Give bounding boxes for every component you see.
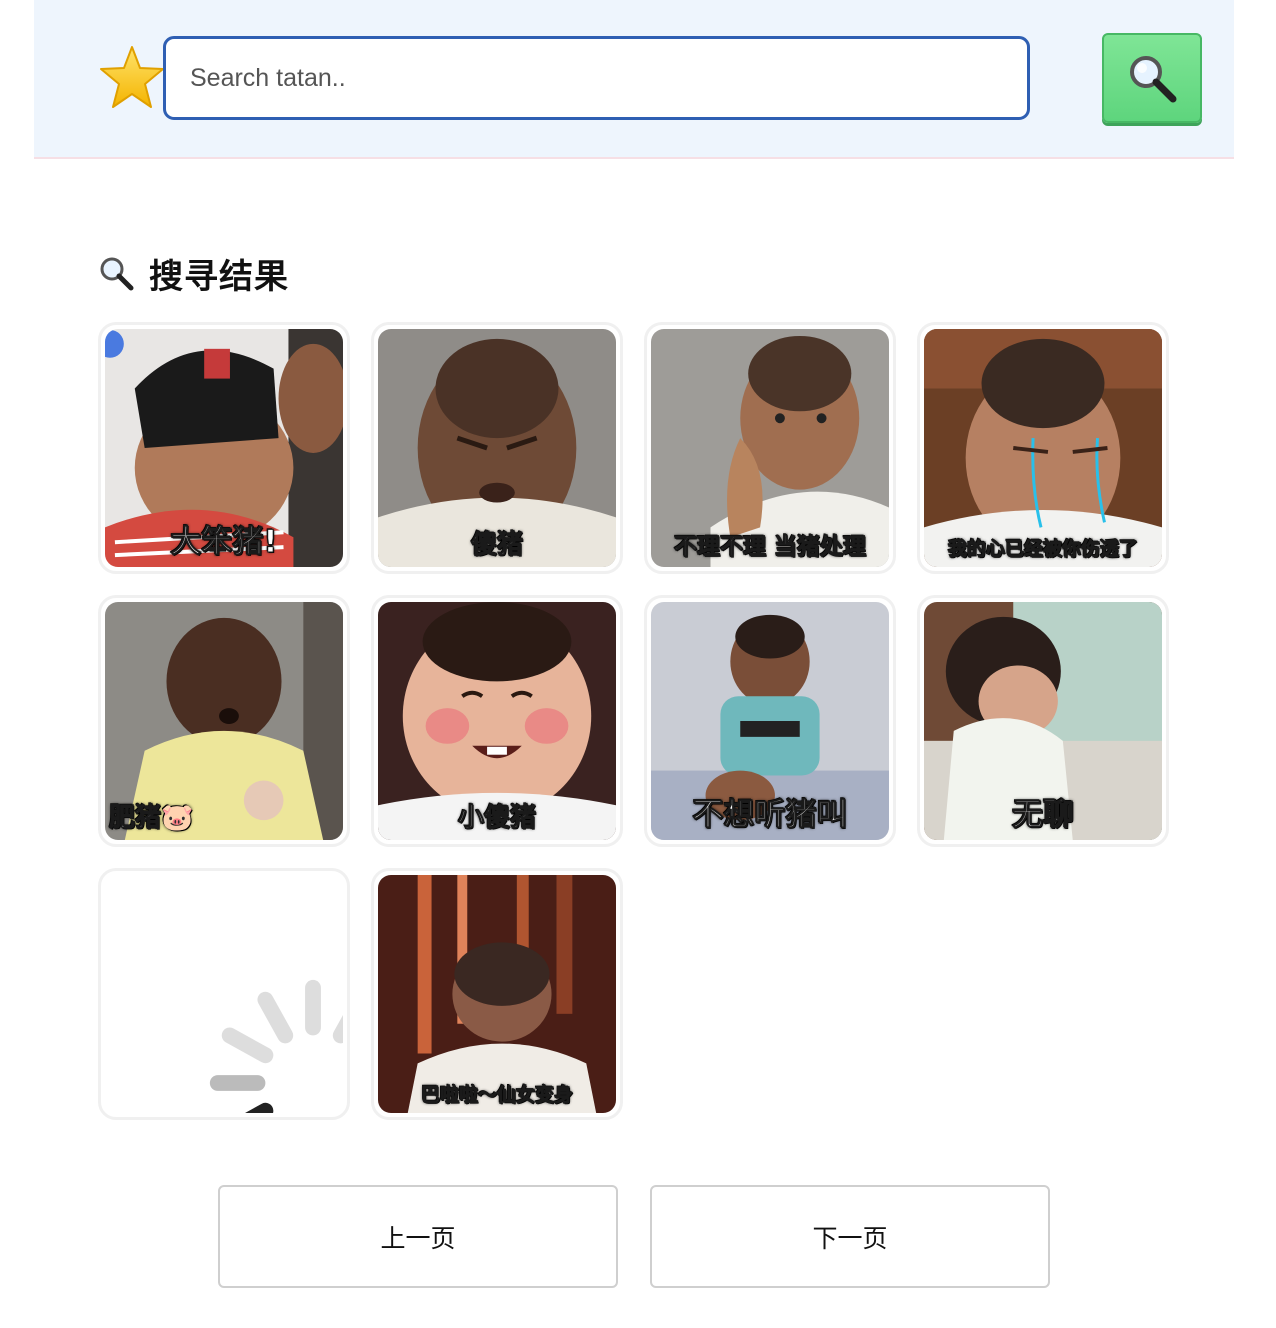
magnifier-icon <box>100 257 134 291</box>
result-card[interactable]: 不想听猪叫 <box>644 595 896 847</box>
result-card[interactable]: 我的心已经被你伤透了 <box>917 322 1169 574</box>
result-caption: 不想听猪叫 <box>692 797 848 834</box>
result-image: 不理不理 当猪处理 <box>651 329 889 567</box>
result-image: 小傻猪 <box>378 602 616 840</box>
search-button[interactable] <box>1102 33 1202 123</box>
result-caption: 我的心已经被你伤透了 <box>947 538 1138 561</box>
result-card[interactable]: 不理不理 当猪处理 <box>644 322 896 574</box>
result-card-loading <box>98 868 350 1120</box>
result-card[interactable]: 傻猪 <box>371 322 623 574</box>
result-image: 傻猪 <box>378 329 616 567</box>
result-image: 巴啦啦～仙女变身 <box>378 875 616 1113</box>
star-icon[interactable] <box>98 44 166 110</box>
results-grid: 大笨猪! 傻猪 不理不理 当猪处理 我的心已经被你伤透了 肥猪🐷 小傻猪 不想听… <box>98 322 1198 1122</box>
result-caption: 不理不理 当猪处理 <box>673 534 866 561</box>
result-caption: 肥猪🐷 <box>109 803 194 834</box>
result-caption: 无聊 <box>1012 797 1075 834</box>
result-image: 我的心已经被你伤透了 <box>924 329 1162 567</box>
prev-page-button[interactable]: 上一页 <box>218 1185 618 1288</box>
results-title: 搜寻结果 <box>149 256 289 297</box>
next-page-button[interactable]: 下一页 <box>650 1185 1050 1288</box>
result-caption: 小傻猪 <box>457 803 536 834</box>
result-caption: 傻猪 <box>470 530 523 561</box>
result-card[interactable]: 肥猪🐷 <box>98 595 350 847</box>
result-image: 大笨猪! <box>105 329 343 567</box>
results-heading: 搜寻结果 <box>97 250 289 297</box>
magnifier-icon <box>1130 56 1177 103</box>
result-image: 肥猪🐷 <box>105 602 343 840</box>
result-caption: 大笨猪! <box>170 524 278 561</box>
result-card[interactable]: 巴啦啦～仙女变身 <box>371 868 623 1120</box>
result-placeholder <box>105 875 343 1113</box>
loading-spinner-icon <box>209 979 343 1113</box>
result-caption: 巴啦啦～仙女变身 <box>420 1084 573 1107</box>
result-card[interactable]: 无聊 <box>917 595 1169 847</box>
result-card[interactable]: 大笨猪! <box>98 322 350 574</box>
result-card[interactable]: 小傻猪 <box>371 595 623 847</box>
search-input[interactable] <box>163 36 1030 120</box>
result-image: 无聊 <box>924 602 1162 840</box>
result-image: 不想听猪叫 <box>651 602 889 840</box>
